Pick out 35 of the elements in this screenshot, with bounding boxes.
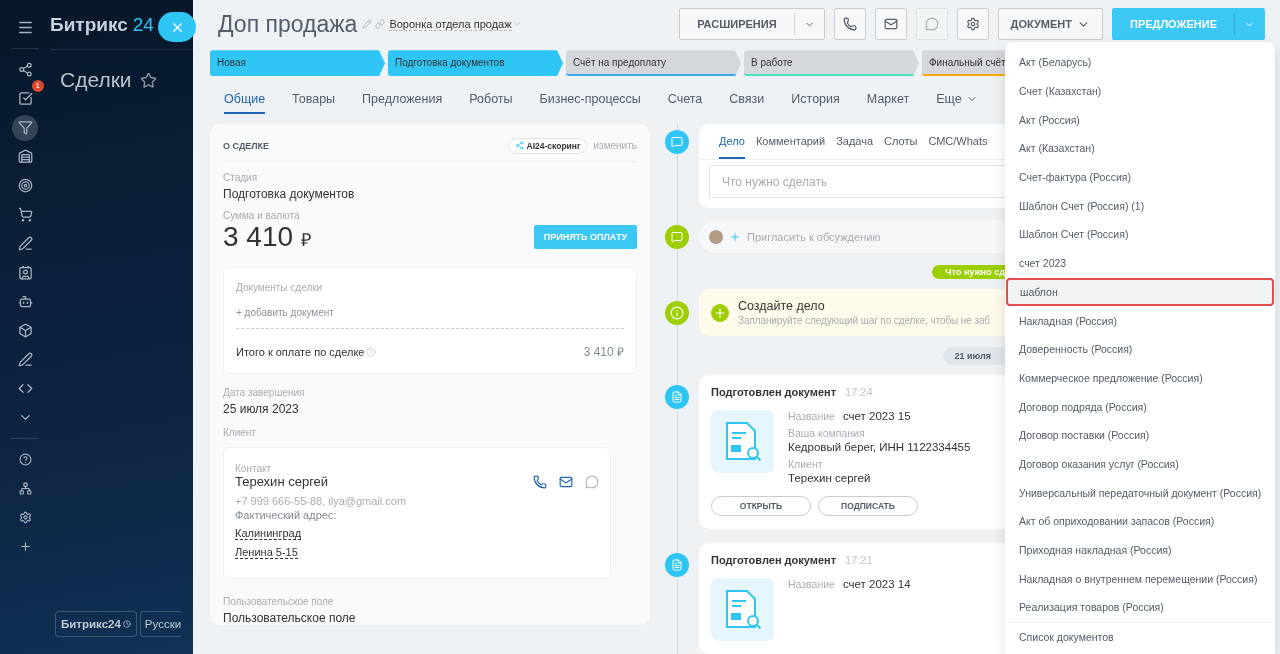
event-title: Подготовлен документ [711,386,837,398]
todo-title: Создайте дело [738,299,826,313]
field-label: Документы сделки [236,282,324,293]
field-label: Сумма и валюта [223,210,301,221]
amount-value: 3 410 ₽ [223,221,312,253]
field-value: счет 2023 15 [842,410,911,422]
field-label: Ваша компания [788,427,866,439]
event-title: Подготовлен документ [711,554,837,566]
field-label: Пользовательское поле [223,596,335,607]
field-value: Терехин сергей [788,472,872,484]
field-label: Клиент [788,458,824,470]
field-label: Клиент [223,427,257,438]
field-value: 25 июля 2023 [223,402,300,416]
section-marker: Что нужно сд [932,265,1005,279]
field-value: Пользовательское поле [223,611,357,625]
field-label: Дата завершения [223,387,306,398]
contact-details: +7 999 666-55-88, ilya@gmail.com [235,495,408,507]
count-badge: 1 [31,80,44,92]
date-pill: 21 июля [942,347,1005,365]
field-value: счет 2023 14 [842,578,911,590]
field-label: Название [788,410,835,422]
deal-title: Доп продажа [218,10,358,38]
field-value: Кедровый берег, ИНН 1122334455 [788,441,971,453]
total-value: 3 410 ₽ [583,344,624,360]
card-title: О СДЕЛКЕ [223,140,271,151]
field-label: Стадия [223,172,259,183]
page-title: Сделки [60,68,132,92]
field-label: Название [788,578,835,590]
event-time: 17:21 [845,554,873,566]
field-label: Контакт [235,463,272,474]
total-label: Итого к оплате по сделке [236,345,365,358]
todo-hint: Запланируйте следующий шаг по сделке, чтобы не заб [738,315,990,326]
event-time: 17:24 [845,386,873,398]
address-label: Фактический адрес: [235,509,338,521]
field-value: Подготовка документов [223,187,356,201]
